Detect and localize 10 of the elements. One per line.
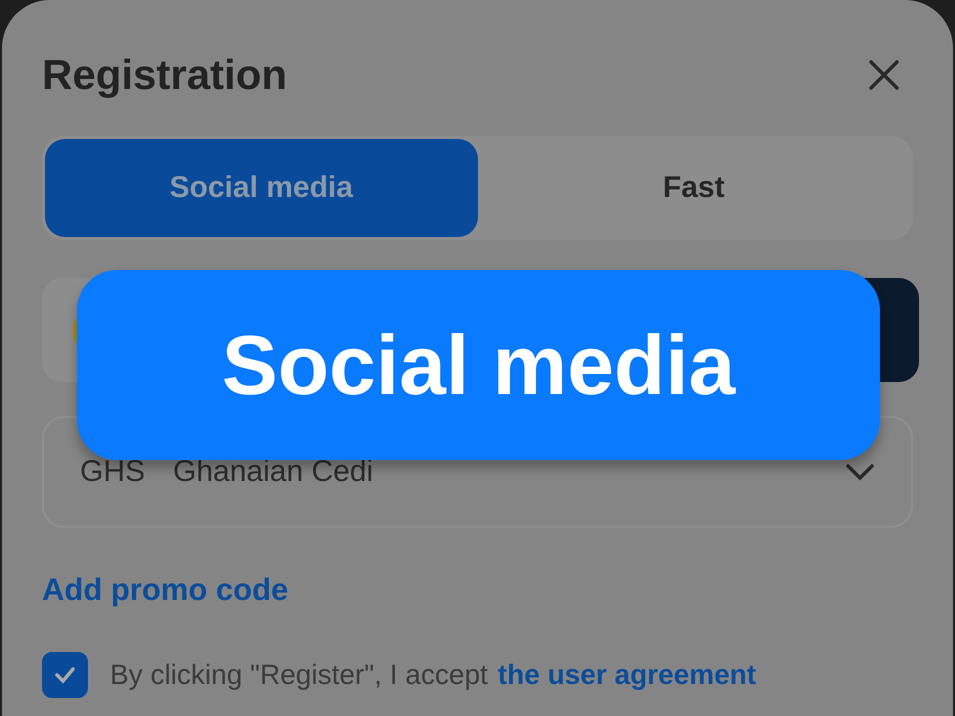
tab[interactable]: Social media — [45, 139, 478, 237]
dialog-title: Registration — [42, 51, 288, 99]
callout-tooltip: Social media — [77, 270, 880, 460]
user-agreement-link[interactable]: the user agreement — [498, 659, 756, 691]
chevron-down-icon — [845, 463, 875, 481]
agreement-checkbox[interactable] — [42, 652, 88, 698]
promo-code-link[interactable]: Add promo code — [42, 572, 913, 608]
close-icon[interactable] — [867, 58, 901, 92]
tab[interactable]: Fast — [478, 139, 910, 237]
agreement-text: By clicking "Register", I accept — [110, 659, 488, 691]
